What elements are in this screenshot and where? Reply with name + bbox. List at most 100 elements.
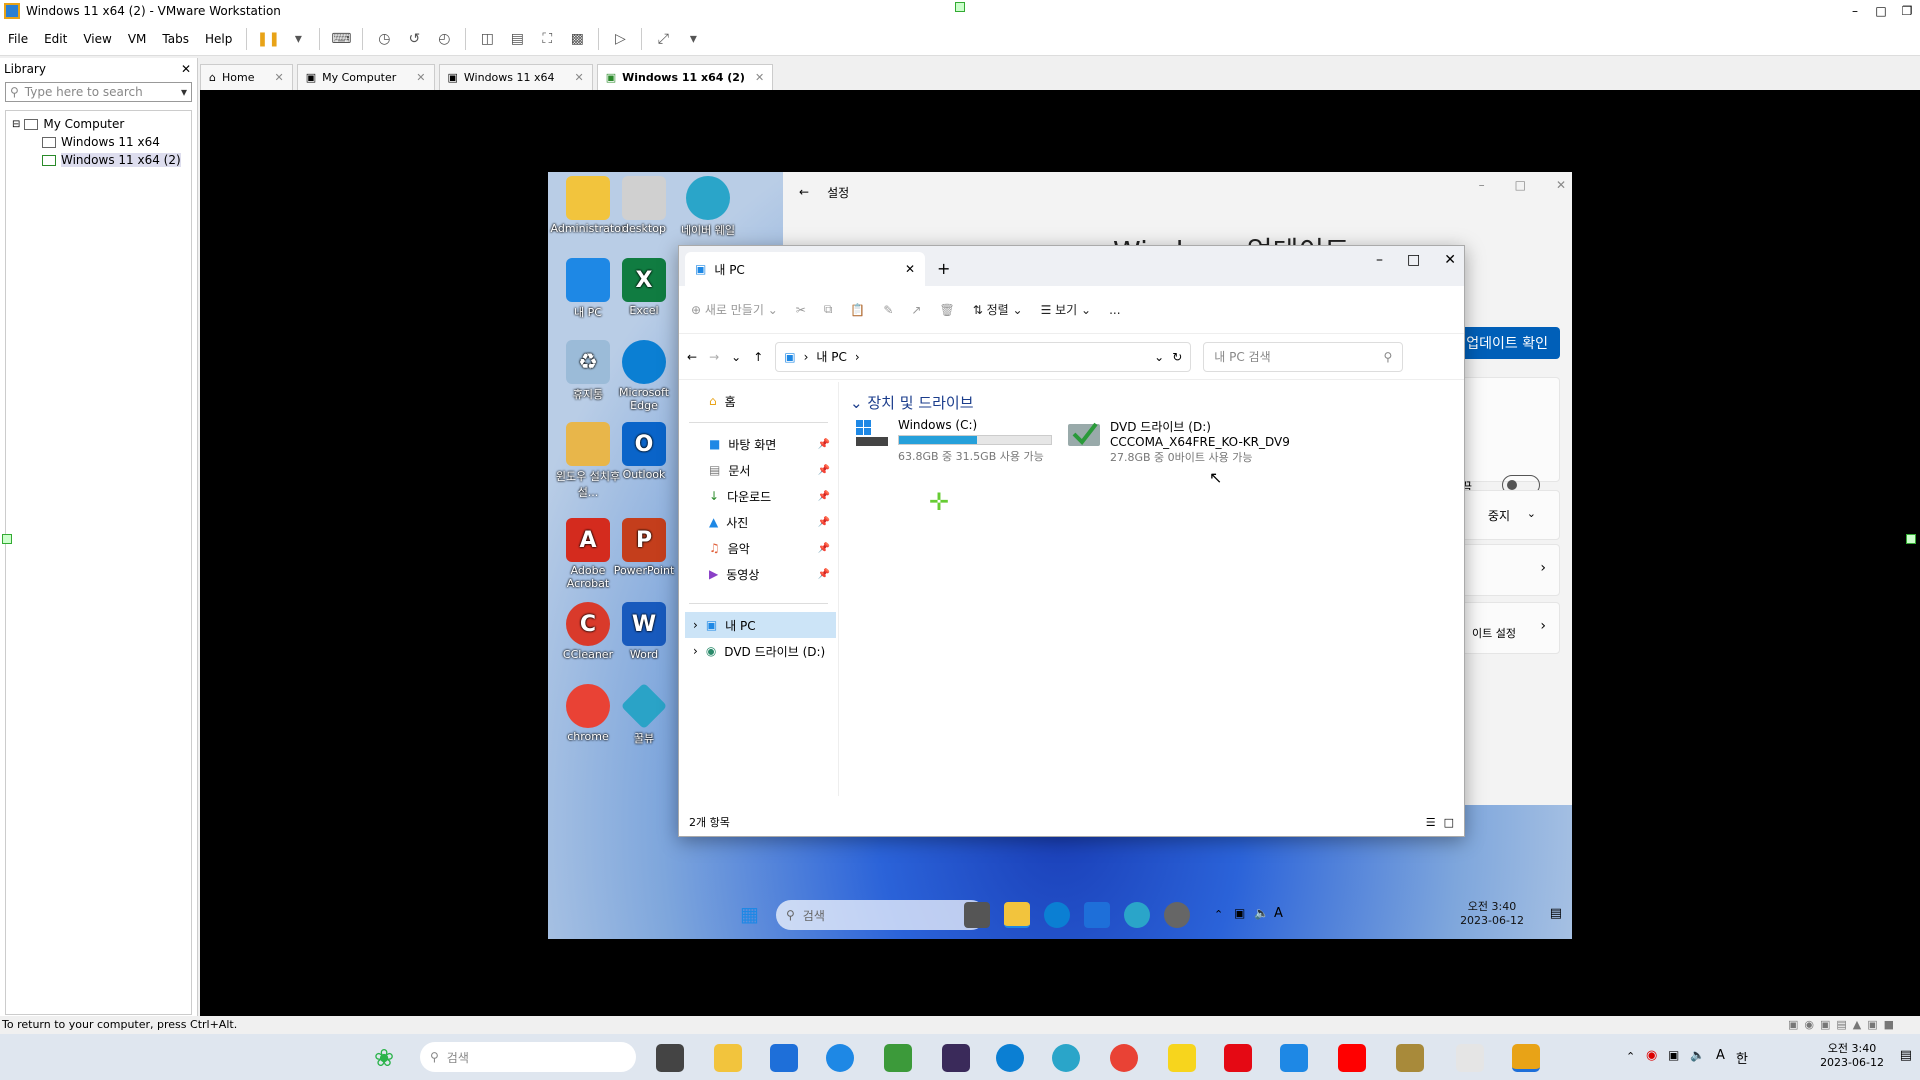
guest-screen[interactable]: Administrator desktop 네이버 웨일 내 PC X Exce… (548, 172, 1572, 939)
menu-tabs[interactable]: Tabs (154, 32, 197, 46)
forward-icon[interactable]: → (709, 350, 719, 364)
menu-edit[interactable]: Edit (36, 32, 75, 46)
desktop-icon-powerpoint[interactable]: P PowerPoint (604, 518, 684, 577)
minimize-button[interactable]: – (1479, 178, 1485, 192)
bird-app-icon[interactable] (1280, 1044, 1308, 1072)
ime-mode-indicator[interactable]: 한 (1736, 1048, 1748, 1067)
pause-dropdown-label[interactable]: 중지 (1488, 507, 1510, 524)
device-status-icons[interactable]: ▣◉▣▤▲▣■ (1788, 1016, 1900, 1034)
pause-icon[interactable]: ❚❚ (255, 26, 281, 52)
desktop-icon-honeyview[interactable]: 꿀뷰 (604, 682, 684, 746)
tree-item-vm[interactable]: Windows 11 x64 (12, 133, 185, 151)
netflix-icon[interactable] (1224, 1044, 1252, 1072)
menu-file[interactable]: File (0, 32, 36, 46)
task-view-icon[interactable] (964, 902, 990, 928)
app-icon[interactable] (1456, 1044, 1484, 1072)
desktop-icon-excel[interactable]: X Excel (604, 258, 684, 317)
store-taskbar-icon[interactable] (1084, 902, 1110, 928)
whale-taskbar-icon[interactable] (1052, 1044, 1080, 1072)
view-button[interactable]: ☰ 보기 ⌄ (1041, 301, 1092, 318)
collapse-icon[interactable]: ⊟ (12, 119, 20, 130)
snapshot-icon[interactable]: ◷ (371, 26, 397, 52)
restore-icon[interactable]: ❐ (1894, 0, 1920, 22)
address-bar[interactable]: ▣ › 내 PC › ⌄ ↻ (775, 341, 1192, 372)
nav-item-dvd[interactable]: › ◉ DVD 드라이브 (D:) (679, 638, 838, 664)
maximize-button[interactable]: □ (1515, 178, 1526, 192)
menu-view[interactable]: View (75, 32, 119, 46)
explorer-search-input[interactable]: 내 PC 검색 ⚲ (1203, 341, 1404, 372)
host-clock[interactable]: 오전 3:40 2023-06-12 (1820, 1040, 1884, 1069)
desktop-icon-edge[interactable]: Microsoft Edge (604, 340, 684, 412)
chrome-taskbar-icon[interactable] (1110, 1044, 1138, 1072)
maximize-button[interactable]: □ (1407, 252, 1420, 268)
chevron-right-icon[interactable]: › (1540, 618, 1546, 634)
tab-vm-active[interactable]: ▣ Windows 11 x64 (2) ✕ (596, 64, 774, 90)
tree-item-my-computer[interactable]: ⊟ My Computer (12, 115, 185, 133)
chevron-right-icon[interactable]: › (1540, 560, 1546, 576)
chevron-up-icon[interactable]: ⌃ (1214, 908, 1223, 921)
desktop-icon-outlook[interactable]: O Outlook (604, 422, 684, 481)
chevron-down-icon[interactable]: ⌄ (1527, 507, 1536, 520)
library-search-input[interactable]: ⚲ Type here to search ▾ (5, 82, 192, 102)
nav-item-pictures[interactable]: ▲ 사진 📌 (679, 509, 838, 535)
details-view-icon[interactable]: ☰ (1426, 816, 1436, 829)
full-screen-icon[interactable]: ⛶ (534, 26, 560, 52)
nav-item-desktop[interactable]: ■ 바탕 화면 📌 (679, 431, 838, 457)
tab-my-computer[interactable]: ▣ My Computer ✕ (296, 64, 435, 90)
drive-item-d[interactable]: DVD 드라이브 (D:) CCCOMA_X64FRE_KO-KR_DV9 27… (1066, 418, 1290, 465)
volume-icon[interactable]: 🔈 (1690, 1048, 1705, 1062)
ime-indicator[interactable]: A (1716, 1048, 1725, 1063)
edge-taskbar-icon[interactable] (1044, 902, 1070, 928)
snapshot-manager-icon[interactable]: ◴ (431, 26, 457, 52)
console-icon[interactable]: ▷ (607, 26, 633, 52)
file-explorer-taskbar-icon[interactable] (1004, 902, 1030, 928)
close-button[interactable]: ✕ (1444, 252, 1456, 268)
whale-taskbar-icon[interactable] (1124, 902, 1150, 928)
pointer-app-icon[interactable] (826, 1044, 854, 1072)
chevron-down-icon[interactable]: ⌄ (1154, 350, 1164, 364)
sort-button[interactable]: ⇅ 정렬 ⌄ (973, 301, 1023, 318)
close-icon[interactable]: ✕ (274, 71, 283, 84)
file-explorer-taskbar-icon[interactable] (714, 1044, 742, 1072)
nav-item-home[interactable]: ⌂ 홈 (679, 388, 838, 414)
guest-clock[interactable]: 오전 3:40 2023-06-12 (1460, 898, 1524, 927)
close-icon[interactable]: ✕ (575, 71, 584, 84)
up-icon[interactable]: ↑ (753, 350, 763, 364)
nav-item-music[interactable]: ♫ 음악 📌 (679, 535, 838, 561)
tree-item-vm-selected[interactable]: Windows 11 x64 (2) (12, 151, 185, 169)
task-view-icon[interactable] (656, 1044, 684, 1072)
vmware-taskbar-icon[interactable] (1512, 1044, 1540, 1072)
tab-home[interactable]: ⌂ Home ✕ (200, 64, 293, 90)
nav-item-downloads[interactable]: ↓ 다운로드 📌 (679, 483, 838, 509)
desktop-icon-whale[interactable]: 네이버 웨일 (668, 176, 748, 238)
chevron-right-icon[interactable]: › (693, 644, 698, 658)
network-icon[interactable]: ▣ (1668, 1048, 1679, 1062)
refresh-icon[interactable]: ↻ (1172, 350, 1182, 364)
guest-search-input[interactable]: ⚲ 검색 ◉ (776, 900, 986, 930)
maximize-button[interactable]: □ (1868, 0, 1894, 22)
utorrent-icon[interactable] (884, 1044, 912, 1072)
nav-item-documents[interactable]: ▤ 문서 📌 (679, 457, 838, 483)
chevron-right-icon[interactable]: › (693, 618, 698, 632)
resize-handle[interactable] (955, 2, 965, 12)
league-icon[interactable] (1396, 1044, 1424, 1072)
nav-item-this-pc[interactable]: › ▣ 내 PC (685, 612, 836, 638)
send-ctrl-alt-del-icon[interactable]: ⌨ (328, 26, 354, 52)
share-icon[interactable]: ↗ (911, 303, 921, 317)
minimize-button[interactable]: – (1376, 252, 1383, 268)
new-tab-button[interactable]: + (937, 252, 950, 286)
delete-icon[interactable]: 🗑 (939, 303, 954, 317)
ime-indicator[interactable]: A (1274, 906, 1283, 921)
close-button[interactable]: ✕ (1556, 178, 1566, 192)
kakaotalk-icon[interactable] (1168, 1044, 1196, 1072)
stretch-guest-icon[interactable]: ⤢ (650, 26, 676, 52)
host-search-input[interactable]: ⚲ 검색 (420, 1042, 636, 1072)
tab-vm[interactable]: ▣ Windows 11 x64 ✕ (438, 64, 593, 90)
widgets-icon[interactable]: ❀ (374, 1044, 402, 1072)
minimize-button[interactable]: – (1842, 0, 1868, 22)
breadcrumb[interactable]: 내 PC (816, 348, 846, 365)
thumbnail-bar-icon[interactable]: ▤ (504, 26, 530, 52)
security-icon[interactable]: ◉ (1646, 1048, 1657, 1063)
explorer-tab[interactable]: ▣ 내 PC ✕ (685, 252, 925, 286)
edge-taskbar-icon[interactable] (996, 1044, 1024, 1072)
